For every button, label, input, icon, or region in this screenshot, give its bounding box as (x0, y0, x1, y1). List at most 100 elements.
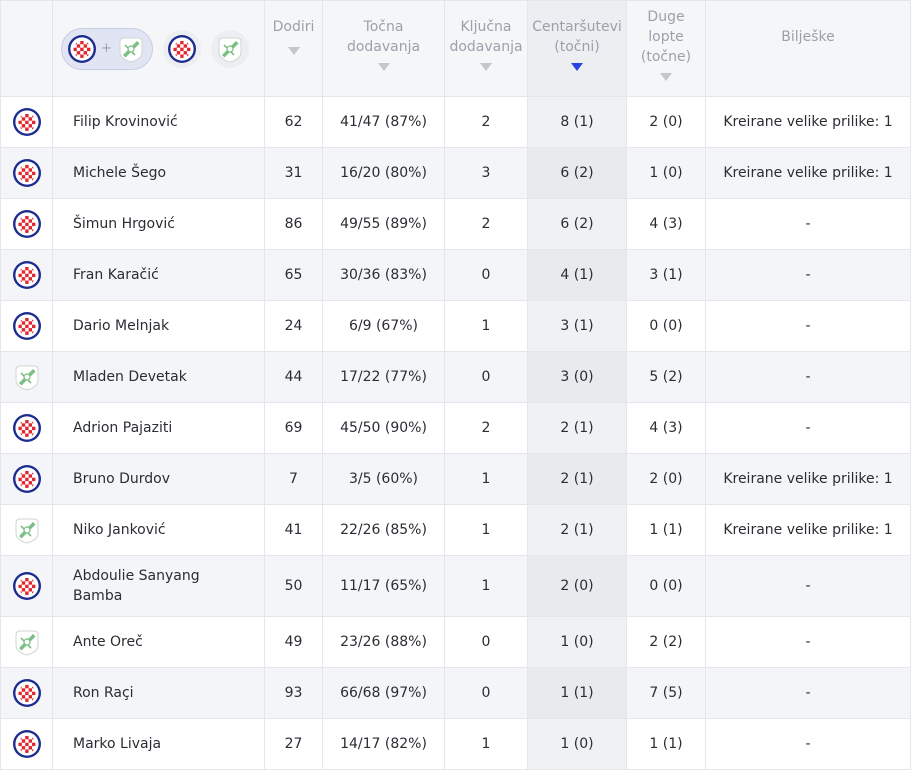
player-name[interactable]: Šimun Hrgović (52, 198, 265, 250)
hajduk-crest-icon (1, 729, 52, 759)
touches-cell: 50 (264, 555, 323, 617)
rijeka-crest-icon (1, 627, 52, 657)
accurate-passes-cell: 66/68 (97%) (322, 667, 445, 719)
player-name[interactable]: Filip Krovinović (52, 96, 265, 148)
team-badge-cell (0, 198, 53, 250)
header-touches[interactable]: Dodiri (264, 0, 323, 97)
team-badge-cell (0, 249, 53, 301)
key-passes-cell: 0 (444, 351, 528, 403)
team-badge-cell (0, 300, 53, 352)
hajduk-crest-icon (1, 260, 52, 290)
touches-cell: 7 (264, 453, 323, 505)
header-passes[interactable]: Točna dodavanja (322, 0, 445, 97)
team-badge-cell (0, 504, 53, 556)
player-name[interactable]: Adrion Pajaziti (52, 402, 265, 454)
header-long-balls[interactable]: Duge lopte (točne) (626, 0, 706, 97)
crosses-cell: 2 (0) (527, 555, 627, 617)
table-row[interactable]: Michele Šego 31 16/20 (80%) 3 6 (2) 1 (0) Krei… (0, 147, 911, 199)
notes-cell: - (705, 616, 911, 668)
team-filter-rijeka-button[interactable] (210, 30, 249, 68)
header-crosses[interactable]: Centaršutevi (točni) (527, 0, 627, 97)
team-filter-both-button[interactable]: + (61, 28, 153, 70)
sort-down-icon (480, 63, 492, 71)
key-passes-cell: 0 (444, 616, 528, 668)
header-crosses-label-2: (točni) (554, 39, 600, 55)
accurate-passes-cell: 14/17 (82%) (322, 718, 445, 770)
sort-down-icon (377, 63, 390, 71)
long-balls-cell: 5 (2) (626, 351, 706, 403)
team-badge-cell (0, 616, 53, 668)
crosses-cell: 6 (2) (527, 147, 627, 199)
long-balls-cell: 2 (0) (626, 96, 706, 148)
team-badge-cell (0, 351, 53, 403)
table-row[interactable]: Ron Raçi 93 66/68 (97%) 0 1 (1) 7 (5) - (0, 667, 911, 719)
hajduk-crest-icon (1, 107, 52, 137)
player-name-line-1: Abdoulie Sanyang (73, 568, 200, 584)
notes-cell: Kreirane velike prilike: 1 (705, 96, 911, 148)
rijeka-crest-icon (215, 34, 245, 64)
long-balls-cell: 0 (0) (626, 300, 706, 352)
header-long-balls-label-3: (točne) (640, 49, 692, 65)
notes-cell: - (705, 198, 911, 250)
hajduk-crest-icon (1, 464, 52, 494)
table-row[interactable]: Bruno Durdov 7 3/5 (60%) 1 2 (1) 2 (0) Kreiran… (0, 453, 911, 505)
player-name[interactable]: Abdoulie Sanyang Bamba (52, 555, 265, 617)
player-name[interactable]: Michele Šego (52, 147, 265, 199)
hajduk-crest-icon (1, 158, 52, 188)
hajduk-crest-icon (1, 413, 52, 443)
table-row[interactable]: Fran Karačić 65 30/36 (83%) 0 4 (1) 3 (1) - (0, 249, 911, 301)
notes-cell: - (705, 555, 911, 617)
team-badge-cell (0, 667, 53, 719)
notes-cell: Kreirane velike prilike: 1 (705, 147, 911, 199)
table-row[interactable]: Abdoulie Sanyang Bamba 50 11/17 (65%) 1 2 (0)… (0, 555, 911, 617)
key-passes-cell: 1 (444, 453, 528, 505)
player-name[interactable]: Bruno Durdov (52, 453, 265, 505)
player-name[interactable]: Niko Janković (52, 504, 265, 556)
table-row[interactable]: Ante Oreč 49 23/26 (88%) 0 1 (0) 2 (2) - (0, 616, 911, 668)
long-balls-cell: 3 (1) (626, 249, 706, 301)
team-filter-cell: + (52, 0, 265, 97)
header-crosses-label-1: Centaršutevi (532, 19, 622, 35)
long-balls-cell: 7 (5) (626, 667, 706, 719)
accurate-passes-cell: 45/50 (90%) (322, 402, 445, 454)
sort-down-icon (287, 47, 300, 55)
accurate-passes-cell: 11/17 (65%) (322, 555, 445, 617)
key-passes-cell: 2 (444, 198, 528, 250)
table-row[interactable]: Dario Melnjak 24 6/9 (67%) 1 3 (1) 0 (0) - (0, 300, 911, 352)
key-passes-cell: 1 (444, 300, 528, 352)
touches-cell: 65 (264, 249, 323, 301)
crosses-cell: 3 (1) (527, 300, 627, 352)
team-filter-hajduk-button[interactable] (162, 30, 201, 68)
table-row[interactable]: Adrion Pajaziti 69 45/50 (90%) 2 2 (1) 4 (3) - (0, 402, 911, 454)
crosses-cell: 1 (1) (527, 667, 627, 719)
player-name[interactable]: Ron Raçi (52, 667, 265, 719)
accurate-passes-cell: 41/47 (87%) (322, 96, 445, 148)
table-row[interactable]: Niko Janković 41 22/26 (85%) 1 2 (1) 1 (1) Kre… (0, 504, 911, 556)
header-key-passes-label-1: Ključna (460, 19, 512, 35)
table-row[interactable]: Filip Krovinović 62 41/47 (87%) 2 8 (1) 2 (0)… (0, 96, 911, 148)
touches-cell: 93 (264, 667, 323, 719)
crosses-cell: 3 (0) (527, 351, 627, 403)
notes-cell: - (705, 667, 911, 719)
player-name[interactable]: Ante Oreč (52, 616, 265, 668)
crosses-cell: 4 (1) (527, 249, 627, 301)
table-row[interactable]: Mladen Devetak 44 17/22 (77%) 0 3 (0) 5 (2) - (0, 351, 911, 403)
player-name-line-2: Bamba (73, 588, 123, 604)
header-long-balls-label-1: Duge (647, 9, 685, 25)
team-filter: + (53, 1, 264, 70)
table-row[interactable]: Šimun Hrgović 86 49/55 (89%) 2 6 (2) 4 (3) - (0, 198, 911, 250)
hajduk-crest-icon (1, 678, 52, 708)
player-name[interactable]: Marko Livaja (52, 718, 265, 770)
header-key-passes[interactable]: Ključna dodavanja (444, 0, 528, 97)
accurate-passes-cell: 30/36 (83%) (322, 249, 445, 301)
touches-cell: 69 (264, 402, 323, 454)
long-balls-cell: 0 (0) (626, 555, 706, 617)
player-name[interactable]: Fran Karačić (52, 249, 265, 301)
notes-cell: - (705, 718, 911, 770)
accurate-passes-cell: 3/5 (60%) (322, 453, 445, 505)
table-row[interactable]: Marko Livaja 27 14/17 (82%) 1 1 (0) 1 (1) - (0, 718, 911, 770)
player-name[interactable]: Mladen Devetak (52, 351, 265, 403)
player-name[interactable]: Dario Melnjak (52, 300, 265, 352)
accurate-passes-cell: 22/26 (85%) (322, 504, 445, 556)
touches-cell: 44 (264, 351, 323, 403)
